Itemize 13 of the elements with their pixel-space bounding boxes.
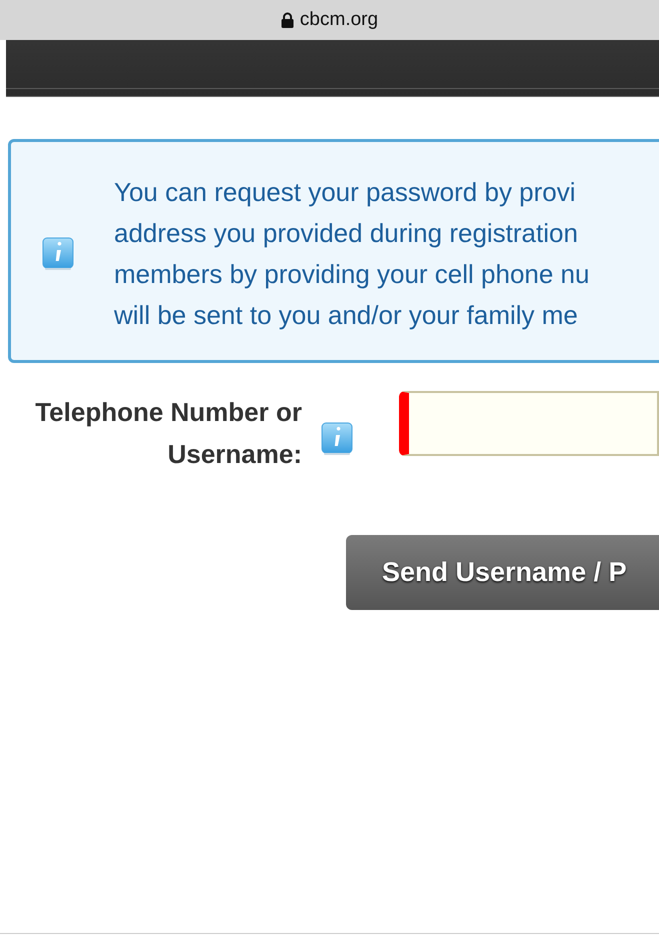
- send-button[interactable]: Send Username / P: [346, 535, 659, 610]
- field-label: Username:: [168, 438, 302, 471]
- notice-text: address you provided during registration: [114, 217, 579, 250]
- info-icon: [321, 422, 353, 456]
- url-text: cbcm.org: [300, 9, 378, 31]
- address-bar[interactable]: cbcm.org: [0, 0, 659, 40]
- notice-text: will be sent to you and/or your family me: [114, 299, 579, 332]
- field-label: Telephone Number or: [35, 396, 302, 429]
- notice-text: members by providing your cell phone nu: [114, 258, 590, 291]
- input-field[interactable]: [399, 391, 659, 456]
- lock-icon: [280, 12, 294, 28]
- info-icon: [42, 237, 74, 271]
- notice-text: You can request your password by provi: [114, 176, 577, 209]
